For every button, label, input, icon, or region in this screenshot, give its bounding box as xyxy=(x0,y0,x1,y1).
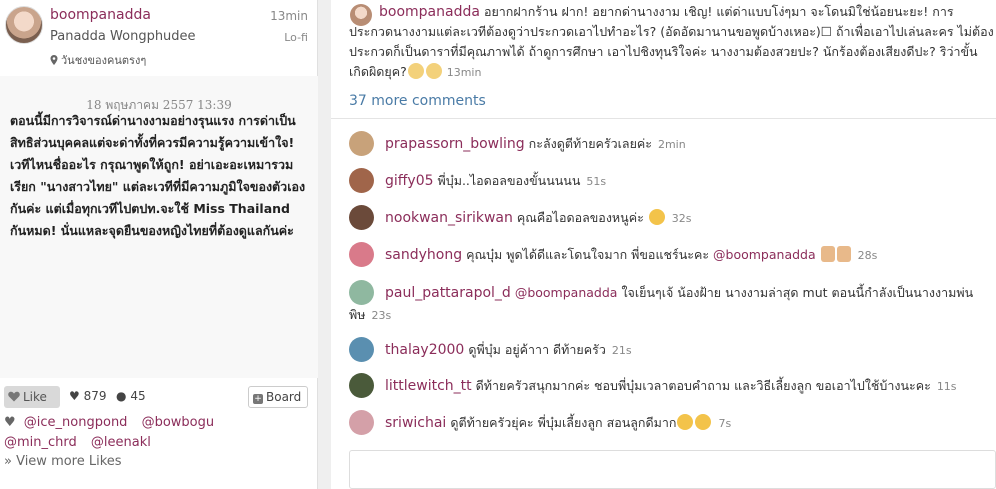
comment-time: 21s xyxy=(611,344,632,357)
comment-time: 11s xyxy=(936,380,957,393)
post-time: 13min xyxy=(270,9,308,23)
comment: sandyhong คุณบุ๋ม พูดได้ดีและโดนใจมาก พี่… xyxy=(349,242,994,267)
board-button[interactable]: + Board xyxy=(248,386,308,408)
comment-username[interactable]: littlewitch_tt xyxy=(385,378,472,394)
post-actions: Like ♥ 879 ● 45 + Board xyxy=(0,384,318,410)
heart-icon xyxy=(8,391,20,402)
divider xyxy=(331,118,996,119)
board-label: Board xyxy=(266,390,302,404)
comment-text: ดูพี่บุ๋ม อยู่ค้าาา ดีท้ายครัว xyxy=(468,342,606,357)
avatar[interactable] xyxy=(349,242,374,267)
like-label: Like xyxy=(23,390,47,404)
location-label: วันชงของคนตรงๆ xyxy=(61,54,147,67)
comment-username[interactable]: sriwichai xyxy=(385,415,446,431)
likes-count: ♥ 879 xyxy=(69,389,107,403)
comment-username[interactable]: paul_pattarapol_d xyxy=(385,285,511,301)
comment-username[interactable]: thalay2000 xyxy=(385,342,464,358)
caption: boompanadda อยากฝากร้าน ฝาก! อยากด่านางงา… xyxy=(349,2,994,83)
comment: paul_pattarapol_d @boompanadda ใจเย็นๆเจ้… xyxy=(349,280,994,327)
likers-heart-icon: ♥ xyxy=(4,415,16,430)
view-more-likes-link[interactable]: » View more Likes xyxy=(4,454,122,469)
thumbs-up-icon xyxy=(820,246,835,262)
likers-list: ♥ @ice_nongpond @bowbogu @min_chrd @leen… xyxy=(4,413,314,453)
comment-time: 51s xyxy=(586,175,607,188)
post-header: boompanadda 13min Panadda Wongphudee Lo-… xyxy=(0,0,318,72)
like-button[interactable]: Like xyxy=(4,386,60,408)
liker-link[interactable]: @leenakl xyxy=(91,435,151,450)
comment-text: พี่บุ๋ม..ไอดอลของขั้นนนนน xyxy=(437,173,581,188)
avatar[interactable] xyxy=(349,410,374,435)
comment-mention[interactable]: @boompanadda xyxy=(515,285,618,300)
comment-time: 23s xyxy=(371,309,392,322)
comment-time: 2min xyxy=(657,138,686,151)
comments-panel: boompanadda อยากฝากร้าน ฝาก! อยากด่านางงา… xyxy=(331,0,996,489)
comment: thalay2000 ดูพี่บุ๋ม อยู่ค้าาา ดีท้ายครัว… xyxy=(349,337,994,362)
post-filter: Lo-fi xyxy=(284,31,308,44)
liker-link[interactable]: @bowbogu xyxy=(142,415,215,430)
post-fullname: Panadda Wongphudee xyxy=(50,29,196,44)
location-pin-icon xyxy=(50,55,58,65)
grin-emoji-icon xyxy=(677,414,694,430)
grin-emoji-icon xyxy=(695,414,712,430)
comment-text: กะลังดูตีท้ายครัวเลยค่ะ xyxy=(528,136,652,151)
caption-time: 13min xyxy=(446,66,482,79)
scream-emoji-icon xyxy=(425,63,442,79)
comment-text: ดีท้ายครัวสนุกมากค่ะ ชอบพี่บุ๋มเวลาตอบคำ… xyxy=(475,378,931,393)
comment: prapassorn_bowling กะลังดูตีท้ายครัวเลยค่… xyxy=(349,131,994,156)
avatar[interactable] xyxy=(5,6,43,44)
post-location[interactable]: วันชงของคนตรงๆ xyxy=(50,51,146,69)
comments-count: ● 45 xyxy=(116,389,146,403)
comment-username[interactable]: sandyhong xyxy=(385,247,462,263)
scream-emoji-icon xyxy=(407,63,424,79)
smile-emoji-icon xyxy=(648,209,665,225)
plus-icon: + xyxy=(253,394,263,404)
image-text: ตอนนี้มีการวิจารณ์ด่านางงามอย่างรุนแรง ก… xyxy=(10,113,306,238)
more-comments-link[interactable]: 37 more comments xyxy=(349,93,486,109)
comment-username[interactable]: prapassorn_bowling xyxy=(385,136,525,152)
likes-count-value: 879 xyxy=(83,389,107,403)
likes-heart-icon: ♥ xyxy=(69,389,80,403)
avatar[interactable] xyxy=(349,337,374,362)
comment-time: 32s xyxy=(671,212,692,225)
comment-input[interactable] xyxy=(349,450,996,489)
comment-text: คุณบุ๋ม พูดได้ดีและโดนใจมาก พี่ขอแชร์นะค… xyxy=(466,247,710,262)
comment: sriwichai ดูตีท้ายครัวยุ่คะ พี่บุ๋มเลี้ยง… xyxy=(349,410,994,435)
post-card: boompanadda 13min Panadda Wongphudee Lo-… xyxy=(0,0,318,489)
comment-time: 7s xyxy=(718,417,732,430)
comment-bubble-icon: ● xyxy=(116,389,127,403)
post-username[interactable]: boompanadda xyxy=(50,7,151,23)
post-image[interactable]: 18 พฤษภาคม 2557 13:39 ตอนนี้มีการวิจารณ์… xyxy=(0,76,318,378)
comment: nookwan_sirikwan คุณคือไอดอลของหนูค่ะ 32s xyxy=(349,205,994,230)
liker-link[interactable]: @ice_nongpond xyxy=(24,415,128,430)
caption-username[interactable]: boompanadda xyxy=(379,4,480,20)
avatar[interactable] xyxy=(349,131,374,156)
comment-text: คุณคือไอดอลของหนูค่ะ xyxy=(516,210,644,225)
comment: littlewitch_tt ดีท้ายครัวสนุกมากค่ะ ชอบพี… xyxy=(349,373,994,398)
comment-username[interactable]: giffy05 xyxy=(385,173,434,189)
comment-username[interactable]: nookwan_sirikwan xyxy=(385,210,513,226)
thumbs-up-icon xyxy=(836,246,851,262)
avatar[interactable] xyxy=(349,205,374,230)
avatar[interactable] xyxy=(349,280,374,305)
liker-link[interactable]: @min_chrd xyxy=(4,435,77,450)
avatar[interactable] xyxy=(349,373,374,398)
avatar[interactable] xyxy=(349,168,374,193)
page: boompanadda 13min Panadda Wongphudee Lo-… xyxy=(0,0,996,489)
comment-time: 28s xyxy=(857,249,878,262)
comment-mention[interactable]: @boompanadda xyxy=(713,247,816,262)
comment-text: ดูตีท้ายครัวยุ่คะ พี่บุ๋มเลี้ยงลูก สอนลู… xyxy=(450,415,677,430)
comments-count-value: 45 xyxy=(130,389,146,403)
comment: giffy05 พี่บุ๋ม..ไอดอลของขั้นนนนน 51s xyxy=(349,168,994,193)
